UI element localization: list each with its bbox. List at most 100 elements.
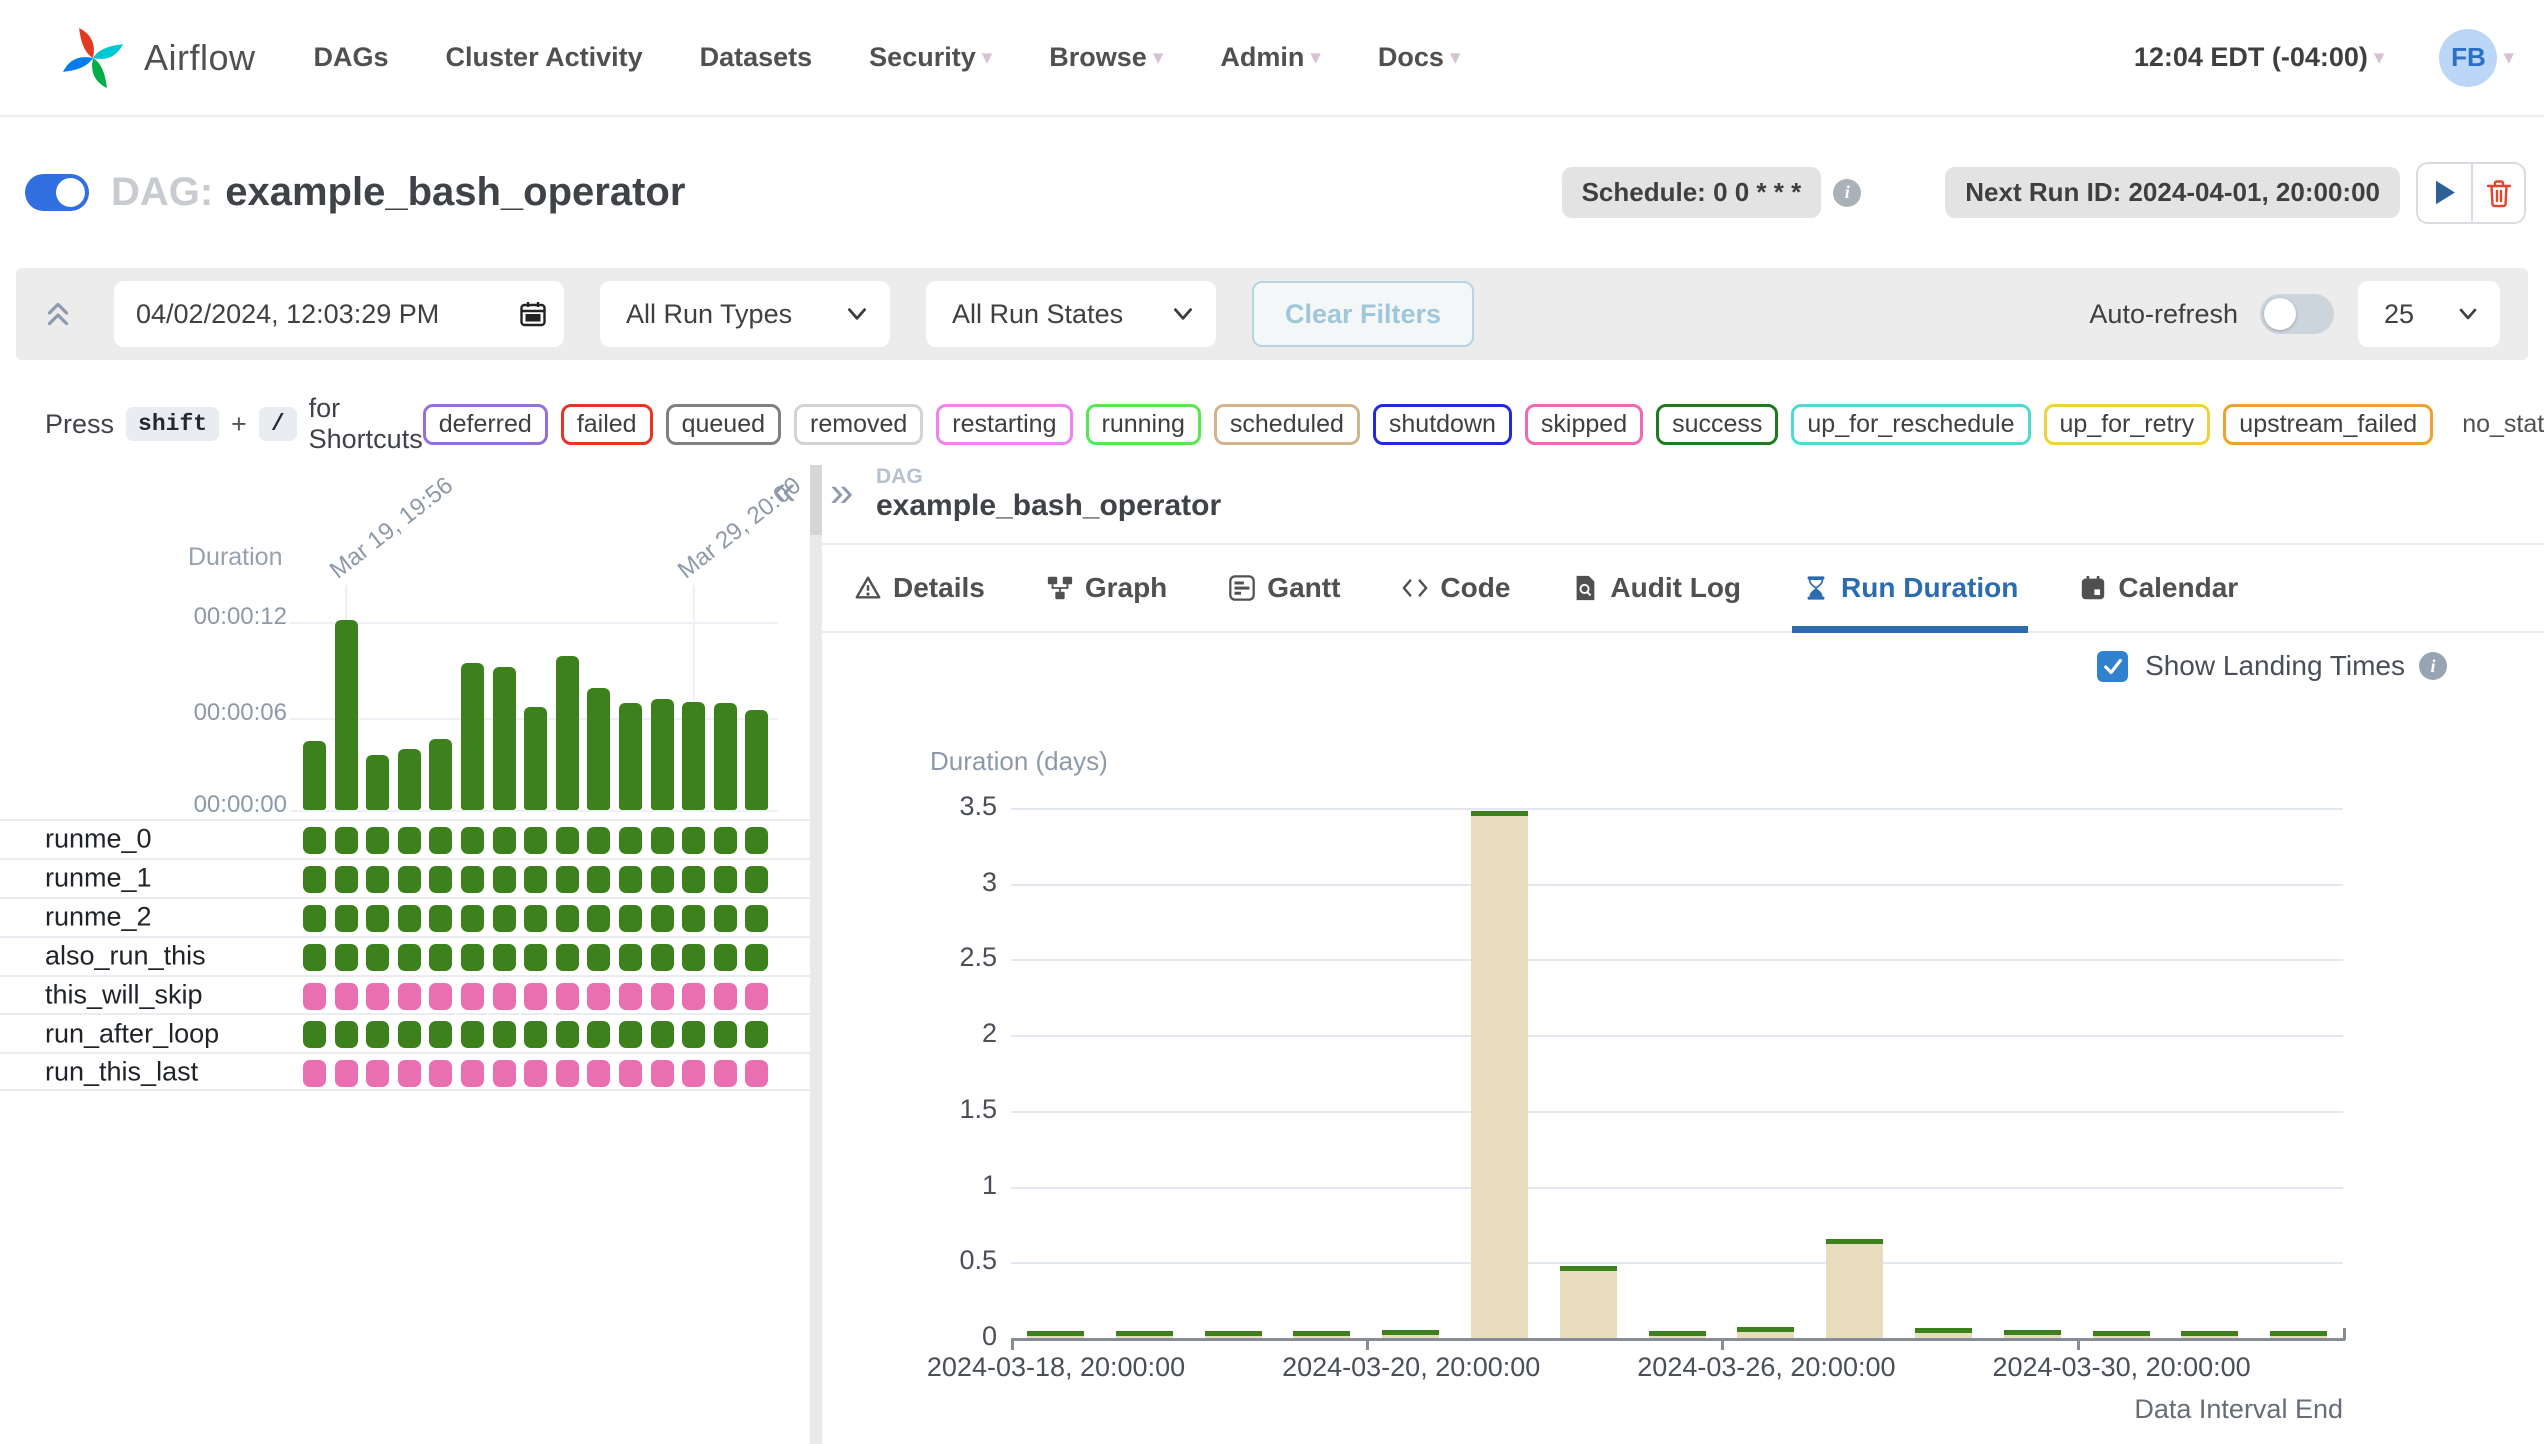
task-instance-square[interactable] — [366, 944, 389, 971]
run-duration-mini-bar[interactable] — [493, 667, 516, 810]
run-duration-bar[interactable] — [1293, 1331, 1350, 1338]
run-duration-bar[interactable] — [2004, 1330, 2061, 1338]
resizer-thumb[interactable] — [810, 465, 822, 535]
task-instance-square[interactable] — [682, 827, 705, 854]
task-instance-square[interactable] — [682, 905, 705, 932]
status-badge-no_status[interactable]: no_status — [2446, 404, 2544, 445]
clock-dropdown[interactable]: 12:04 EDT (-04:00) ▾ — [2134, 42, 2385, 73]
task-instance-square[interactable] — [619, 866, 642, 893]
task-instance-square[interactable] — [335, 1060, 358, 1087]
task-instance-square[interactable] — [556, 1060, 579, 1087]
task-instance-square[interactable] — [366, 1060, 389, 1087]
task-instance-square[interactable] — [619, 983, 642, 1010]
task-instance-square[interactable] — [682, 1021, 705, 1048]
run-duration-bar[interactable] — [1737, 1327, 1794, 1338]
task-instance-square[interactable] — [398, 905, 421, 932]
task-instance-square[interactable] — [714, 983, 737, 1010]
task-instance-square[interactable] — [493, 1021, 516, 1048]
run-duration-mini-bar[interactable] — [745, 710, 768, 810]
task-instance-square[interactable] — [556, 983, 579, 1010]
nav-item-admin[interactable]: Admin▾ — [1220, 42, 1321, 73]
run-duration-bar[interactable] — [2270, 1331, 2327, 1338]
task-instance-square[interactable] — [745, 1060, 768, 1087]
task-name-runme_1[interactable]: runme_1 — [45, 863, 152, 894]
status-badge-restarting[interactable]: restarting — [936, 404, 1072, 445]
run-duration-bar[interactable] — [2181, 1331, 2238, 1338]
task-instance-square[interactable] — [651, 1021, 674, 1048]
task-instance-square[interactable] — [745, 944, 768, 971]
task-instance-square[interactable] — [619, 827, 642, 854]
brand[interactable]: Airflow — [56, 21, 256, 95]
nav-item-datasets[interactable]: Datasets — [700, 42, 813, 73]
run-duration-bar[interactable] — [1471, 811, 1528, 1338]
task-instance-square[interactable] — [398, 944, 421, 971]
trigger-dag-button[interactable] — [2418, 164, 2471, 222]
task-instance-square[interactable] — [619, 944, 642, 971]
run-duration-bar[interactable] — [1826, 1239, 1883, 1338]
task-instance-square[interactable] — [524, 1021, 547, 1048]
task-instance-square[interactable] — [682, 983, 705, 1010]
task-instance-square[interactable] — [335, 1021, 358, 1048]
task-instance-square[interactable] — [556, 1021, 579, 1048]
task-instance-square[interactable] — [429, 983, 452, 1010]
task-instance-square[interactable] — [745, 983, 768, 1010]
delete-dag-button[interactable] — [2471, 164, 2524, 222]
task-instance-square[interactable] — [366, 1021, 389, 1048]
task-instance-square[interactable] — [493, 944, 516, 971]
nav-item-cluster-activity[interactable]: Cluster Activity — [446, 42, 643, 73]
run-duration-mini-bar[interactable] — [714, 703, 737, 810]
task-name-this_will_skip[interactable]: this_will_skip — [45, 980, 203, 1011]
task-instance-square[interactable] — [524, 866, 547, 893]
run-duration-mini-bar[interactable] — [556, 656, 579, 810]
task-instance-square[interactable] — [714, 1021, 737, 1048]
status-badge-running[interactable]: running — [1086, 404, 1201, 445]
task-instance-square[interactable] — [493, 983, 516, 1010]
task-instance-square[interactable] — [335, 944, 358, 971]
task-name-also_run_this[interactable]: also_run_this — [45, 941, 206, 972]
auto-refresh-toggle[interactable] — [2260, 294, 2334, 334]
user-menu[interactable]: FB ▾ — [2439, 29, 2514, 87]
task-instance-square[interactable] — [303, 1021, 326, 1048]
task-instance-square[interactable] — [714, 827, 737, 854]
task-name-run_this_last[interactable]: run_this_last — [45, 1056, 198, 1087]
run-duration-mini-bar[interactable] — [651, 699, 674, 810]
task-instance-square[interactable] — [429, 1060, 452, 1087]
task-instance-square[interactable] — [398, 983, 421, 1010]
page-size-select[interactable]: 25 — [2358, 281, 2500, 347]
task-instance-square[interactable] — [651, 827, 674, 854]
task-instance-square[interactable] — [303, 944, 326, 971]
run-duration-mini-bar[interactable] — [366, 755, 389, 810]
task-instance-square[interactable] — [745, 1021, 768, 1048]
status-badge-up_for_reschedule[interactable]: up_for_reschedule — [1791, 404, 2030, 445]
run-types-select[interactable]: All Run Types — [600, 281, 890, 347]
task-instance-square[interactable] — [366, 905, 389, 932]
run-duration-bar[interactable] — [1116, 1331, 1173, 1338]
task-instance-square[interactable] — [651, 944, 674, 971]
dag-pause-toggle[interactable] — [25, 174, 89, 211]
task-instance-square[interactable] — [524, 983, 547, 1010]
task-instance-square[interactable] — [303, 1060, 326, 1087]
run-duration-mini-bar[interactable] — [303, 741, 326, 810]
base-date-input[interactable] — [114, 281, 564, 347]
task-instance-square[interactable] — [745, 866, 768, 893]
task-name-runme_0[interactable]: runme_0 — [45, 824, 152, 855]
panel-resizer[interactable] — [810, 465, 822, 1444]
run-duration-bar[interactable] — [1915, 1328, 1972, 1338]
task-instance-square[interactable] — [398, 827, 421, 854]
run-duration-mini-bar[interactable] — [335, 620, 358, 810]
task-instance-square[interactable] — [556, 905, 579, 932]
status-badge-upstream_failed[interactable]: upstream_failed — [2223, 404, 2433, 445]
task-instance-square[interactable] — [429, 1021, 452, 1048]
task-name-runme_2[interactable]: runme_2 — [45, 902, 152, 933]
nav-item-security[interactable]: Security▾ — [869, 42, 992, 73]
run-duration-bar[interactable] — [1560, 1266, 1617, 1338]
task-instance-square[interactable] — [556, 866, 579, 893]
task-instance-square[interactable] — [429, 866, 452, 893]
task-instance-square[interactable] — [303, 905, 326, 932]
task-instance-square[interactable] — [682, 866, 705, 893]
task-instance-square[interactable] — [651, 905, 674, 932]
task-instance-square[interactable] — [524, 944, 547, 971]
task-instance-square[interactable] — [619, 1021, 642, 1048]
task-instance-square[interactable] — [587, 944, 610, 971]
task-instance-square[interactable] — [587, 1021, 610, 1048]
